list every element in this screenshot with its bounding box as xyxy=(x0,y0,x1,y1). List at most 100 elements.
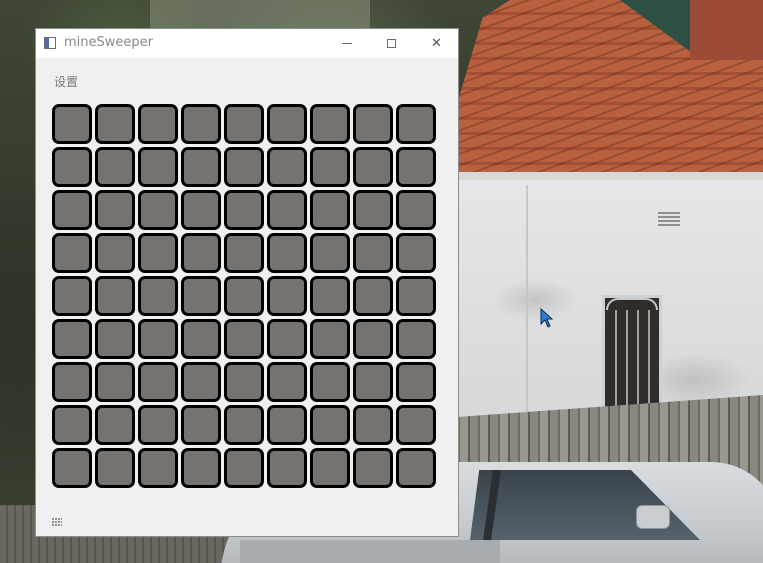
mine-cell[interactable] xyxy=(224,104,264,144)
mine-cell[interactable] xyxy=(138,405,178,445)
wallpaper-car-mirror xyxy=(636,505,670,529)
mine-cell[interactable] xyxy=(224,448,264,488)
wallpaper-window-bars xyxy=(606,310,658,410)
mine-cell[interactable] xyxy=(181,147,221,187)
mine-cell[interactable] xyxy=(52,448,92,488)
mine-cell[interactable] xyxy=(95,448,135,488)
mine-cell[interactable] xyxy=(396,147,436,187)
mine-cell[interactable] xyxy=(353,233,393,273)
mine-cell[interactable] xyxy=(52,190,92,230)
mine-cell[interactable] xyxy=(52,104,92,144)
size-grip-icon[interactable] xyxy=(52,518,62,526)
mine-cell[interactable] xyxy=(52,362,92,402)
mine-cell[interactable] xyxy=(267,190,307,230)
mine-cell[interactable] xyxy=(52,319,92,359)
mine-cell[interactable] xyxy=(267,319,307,359)
mine-cell[interactable] xyxy=(95,147,135,187)
window-title: mineSweeper xyxy=(64,35,153,50)
mine-cell[interactable] xyxy=(396,233,436,273)
mine-cell[interactable] xyxy=(52,405,92,445)
wallpaper-brick-wall xyxy=(690,0,763,60)
mine-cell[interactable] xyxy=(396,362,436,402)
mouse-pointer-icon xyxy=(540,308,554,328)
mine-cell[interactable] xyxy=(95,319,135,359)
mine-cell[interactable] xyxy=(310,448,350,488)
mine-cell[interactable] xyxy=(396,448,436,488)
mine-cell[interactable] xyxy=(224,319,264,359)
mine-cell[interactable] xyxy=(396,104,436,144)
mine-cell[interactable] xyxy=(353,276,393,316)
mine-cell[interactable] xyxy=(310,362,350,402)
title-bar[interactable]: mineSweeper ✕ xyxy=(36,29,458,58)
mine-cell[interactable] xyxy=(396,276,436,316)
mine-cell[interactable] xyxy=(95,362,135,402)
mine-cell[interactable] xyxy=(95,276,135,316)
mine-cell[interactable] xyxy=(353,362,393,402)
mine-cell[interactable] xyxy=(353,147,393,187)
mine-cell[interactable] xyxy=(138,448,178,488)
maximize-icon xyxy=(387,39,396,48)
mine-cell[interactable] xyxy=(138,362,178,402)
app-window-icon xyxy=(44,37,56,49)
mine-cell[interactable] xyxy=(267,147,307,187)
status-bar xyxy=(36,516,458,536)
mine-cell[interactable] xyxy=(310,147,350,187)
mine-cell[interactable] xyxy=(95,233,135,273)
mine-cell[interactable] xyxy=(224,405,264,445)
mine-cell[interactable] xyxy=(310,233,350,273)
mine-cell[interactable] xyxy=(224,190,264,230)
mine-cell[interactable] xyxy=(138,147,178,187)
wallpaper-car-lower xyxy=(240,540,500,563)
mine-cell[interactable] xyxy=(353,104,393,144)
mine-cell[interactable] xyxy=(138,104,178,144)
mine-cell[interactable] xyxy=(181,190,221,230)
mine-cell[interactable] xyxy=(267,276,307,316)
mine-cell[interactable] xyxy=(396,405,436,445)
menu-item-settings[interactable]: 设置 xyxy=(54,73,78,90)
mine-cell[interactable] xyxy=(181,233,221,273)
mine-cell[interactable] xyxy=(396,190,436,230)
mine-cell[interactable] xyxy=(181,276,221,316)
mine-cell[interactable] xyxy=(181,405,221,445)
mine-cell[interactable] xyxy=(138,233,178,273)
maximize-button[interactable] xyxy=(369,29,414,58)
mine-cell[interactable] xyxy=(138,190,178,230)
mine-cell[interactable] xyxy=(310,104,350,144)
mine-cell[interactable] xyxy=(267,362,307,402)
mine-cell[interactable] xyxy=(181,104,221,144)
mine-cell[interactable] xyxy=(353,319,393,359)
mine-cell[interactable] xyxy=(95,405,135,445)
mine-cell[interactable] xyxy=(52,276,92,316)
mine-cell[interactable] xyxy=(224,233,264,273)
mine-cell[interactable] xyxy=(267,233,307,273)
wallpaper-window-arch xyxy=(606,298,658,310)
mine-cell[interactable] xyxy=(310,276,350,316)
mine-cell[interactable] xyxy=(181,362,221,402)
mine-cell[interactable] xyxy=(396,319,436,359)
minimize-button[interactable] xyxy=(324,29,369,58)
mine-cell[interactable] xyxy=(353,190,393,230)
close-button[interactable]: ✕ xyxy=(414,29,459,58)
minimize-icon xyxy=(341,43,352,44)
mine-cell[interactable] xyxy=(95,104,135,144)
minefield-grid xyxy=(52,104,436,488)
mine-cell[interactable] xyxy=(353,405,393,445)
mine-cell[interactable] xyxy=(52,147,92,187)
mine-cell[interactable] xyxy=(310,405,350,445)
wallpaper-wall-edge xyxy=(526,185,528,415)
mine-cell[interactable] xyxy=(353,448,393,488)
mine-cell[interactable] xyxy=(224,362,264,402)
mine-cell[interactable] xyxy=(181,448,221,488)
mine-cell[interactable] xyxy=(95,190,135,230)
mine-cell[interactable] xyxy=(267,448,307,488)
mine-cell[interactable] xyxy=(52,233,92,273)
mine-cell[interactable] xyxy=(138,319,178,359)
mine-cell[interactable] xyxy=(138,276,178,316)
mine-cell[interactable] xyxy=(267,104,307,144)
mine-cell[interactable] xyxy=(224,276,264,316)
mine-cell[interactable] xyxy=(181,319,221,359)
mine-cell[interactable] xyxy=(224,147,264,187)
mine-cell[interactable] xyxy=(310,190,350,230)
mine-cell[interactable] xyxy=(267,405,307,445)
mine-cell[interactable] xyxy=(310,319,350,359)
